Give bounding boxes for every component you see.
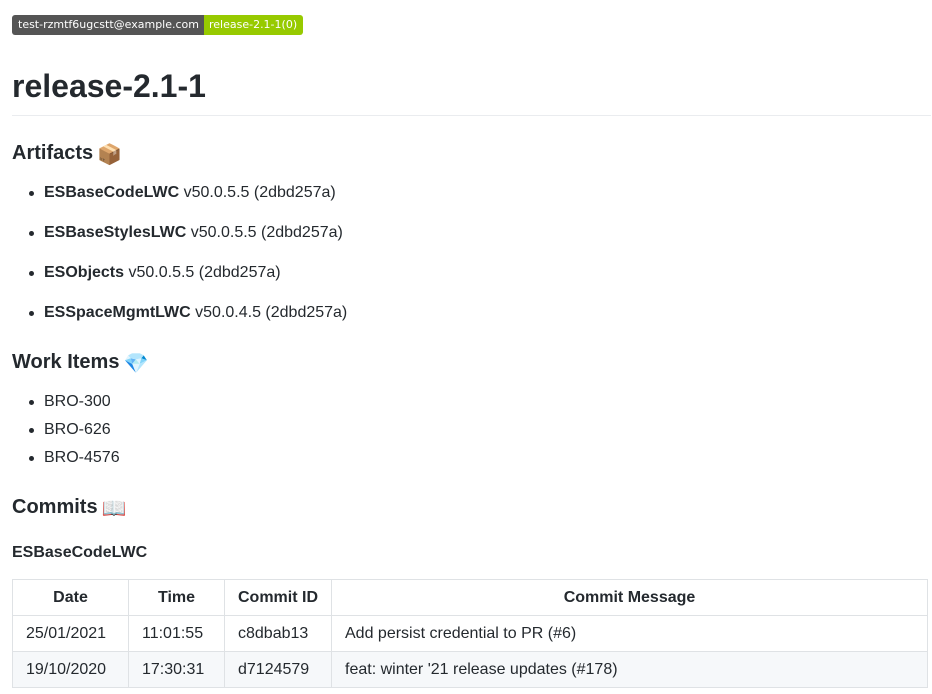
artifact-name: ESSpaceMgmtLWC xyxy=(44,304,191,321)
package-icon: 📦 xyxy=(97,144,123,166)
open-book-icon: 📖 xyxy=(101,498,127,520)
commits-repo-heading: ESBaseCodeLWC xyxy=(12,544,148,561)
commits-heading-text: Commits xyxy=(12,496,98,518)
gem-icon: 💎 xyxy=(123,353,149,375)
column-header-time: Time xyxy=(128,579,225,616)
cell-commit-message: feat: winter '21 release updates (#178) xyxy=(331,651,928,688)
artifacts-heading: Artifacts 📦 xyxy=(12,140,122,168)
work-items-heading: Work Items 💎 xyxy=(12,349,148,377)
column-header-commit-message: Commit Message xyxy=(331,579,928,616)
list-item: BRO-4576 xyxy=(12,444,120,472)
release-badge[interactable]: test-rzmtf6ugcstt@example.com release-2.… xyxy=(12,15,304,35)
artifact-name: ESBaseCodeLWC xyxy=(44,184,180,201)
artifact-version: v50.0.5.5 (2dbd257a) xyxy=(183,184,336,201)
commits-table: Date Time Commit ID Commit Message 25/01… xyxy=(12,579,928,688)
cell-commit-id: d7124579 xyxy=(224,651,332,688)
cell-date: 19/10/2020 xyxy=(12,651,129,688)
list-item: ESBaseStylesLWC v50.0.5.5 (2dbd257a) xyxy=(12,213,347,253)
list-item: ESObjects v50.0.5.5 (2dbd257a) xyxy=(12,253,347,293)
table-row: 19/10/2020 17:30:31 d7124579 feat: winte… xyxy=(12,651,928,688)
list-item: BRO-300 xyxy=(12,388,120,416)
table-header-row: Date Time Commit ID Commit Message xyxy=(12,579,928,616)
artifact-version: v50.0.4.5 (2dbd257a) xyxy=(195,304,348,321)
column-header-commit-id: Commit ID xyxy=(224,579,332,616)
list-item: BRO-626 xyxy=(12,416,120,444)
artifacts-list: ESBaseCodeLWC v50.0.5.5 (2dbd257a) ESBas… xyxy=(12,173,347,333)
cell-commit-id: c8dbab13 xyxy=(224,615,332,652)
cell-date: 25/01/2021 xyxy=(12,615,129,652)
cell-time: 11:01:55 xyxy=(128,615,225,652)
badge-release: release-2.1-1(0) xyxy=(203,15,304,35)
cell-commit-message: Add persist credential to PR (#6) xyxy=(331,615,928,652)
badge-email: test-rzmtf6ugcstt@example.com xyxy=(12,15,204,35)
work-items-heading-text: Work Items xyxy=(12,351,120,373)
artifacts-heading-text: Artifacts xyxy=(12,142,94,164)
list-item: ESBaseCodeLWC v50.0.5.5 (2dbd257a) xyxy=(12,173,347,213)
table-row: 25/01/2021 11:01:55 c8dbab13 Add persist… xyxy=(12,615,928,652)
artifact-version: v50.0.5.5 (2dbd257a) xyxy=(190,224,343,241)
title-divider xyxy=(12,115,931,116)
artifact-name: ESBaseStylesLWC xyxy=(44,224,187,241)
column-header-date: Date xyxy=(12,579,129,616)
cell-time: 17:30:31 xyxy=(128,651,225,688)
list-item: ESSpaceMgmtLWC v50.0.4.5 (2dbd257a) xyxy=(12,293,347,333)
work-items-list: BRO-300 BRO-626 BRO-4576 xyxy=(12,388,120,472)
artifact-version: v50.0.5.5 (2dbd257a) xyxy=(128,264,281,281)
commits-heading: Commits 📖 xyxy=(12,494,126,522)
artifact-name: ESObjects xyxy=(44,264,125,281)
page-title: release-2.1-1 xyxy=(12,68,206,104)
